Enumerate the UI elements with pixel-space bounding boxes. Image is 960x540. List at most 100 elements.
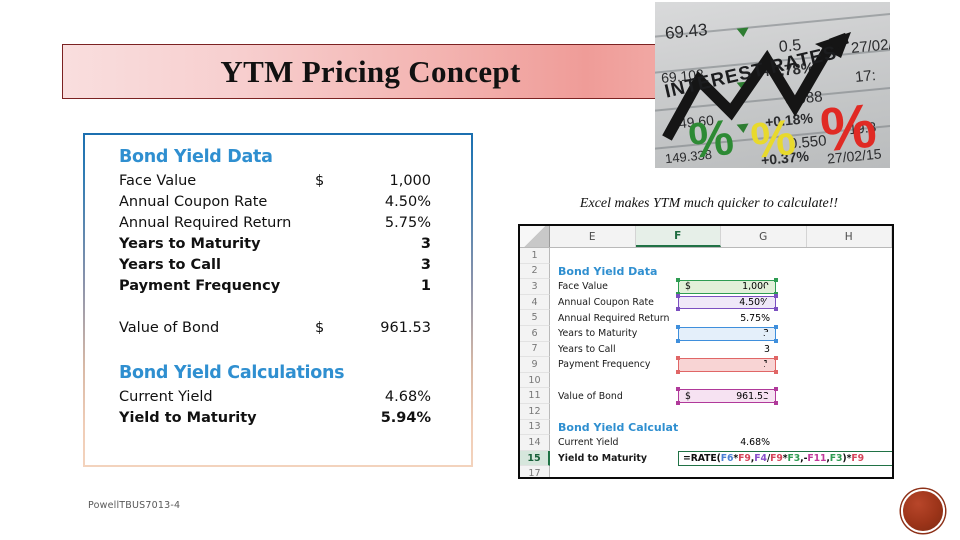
table-row: Annual Coupon Rate 4.50%	[119, 191, 431, 212]
excel-row-header-4[interactable]: 4	[520, 294, 550, 311]
formula-token: F9	[770, 453, 783, 465]
table-row: Annual Required Return 5.75%	[119, 212, 431, 233]
excel-row: 15 Yield to Maturity =RATE(F6 * F9, F4/F9 * F3,…	[520, 450, 892, 467]
excel-row: 12	[520, 403, 892, 420]
excel-row-header-6[interactable]: 6	[520, 325, 550, 342]
excel-cell-E3[interactable]: Face Value	[550, 281, 678, 292]
excel-column-headers: E F G H	[520, 226, 892, 248]
column-header-f[interactable]: F	[635, 226, 721, 247]
excel-cell-E2[interactable]: Bond Yield Data	[550, 265, 678, 278]
trace-handle	[774, 325, 778, 330]
excel-cell-F10[interactable]	[678, 373, 776, 389]
excel-row-header-1[interactable]: 1	[520, 248, 550, 264]
row-label: Years to Maturity	[119, 235, 261, 252]
excel-cell-E13[interactable]: Bond Yield Calculations	[550, 421, 678, 434]
column-header-e[interactable]: E	[550, 226, 636, 247]
excel-row-header-14[interactable]: 14	[520, 435, 550, 451]
cell-value-text: 3	[763, 328, 769, 340]
row-label: Value of Bond	[119, 319, 220, 336]
spacer-row	[119, 338, 431, 359]
row-value: 1	[420, 277, 431, 294]
bond-yield-calculations-table: Current Yield 4.68% Yield to Maturity 5.…	[119, 386, 431, 428]
excel-cell-F13[interactable]	[678, 420, 776, 436]
excel-cell-F14[interactable]: 4.68%	[678, 435, 776, 451]
excel-cell-value	[678, 374, 776, 388]
excel-row: 4 Annual Coupon Rate 4.50%	[520, 293, 892, 312]
table-row: Face Value $ 1,000	[119, 170, 431, 191]
trace-handle	[676, 356, 680, 361]
excel-cell-E6[interactable]: Years to Maturity	[550, 328, 678, 339]
formula-token: F6	[720, 453, 734, 465]
table-row: Years to Call 3	[119, 254, 431, 275]
excel-cell-F9[interactable]: 1	[676, 356, 778, 374]
excel-cell-E15[interactable]: Yield to Maturity	[550, 453, 678, 464]
excel-caption: Excel makes YTM much quicker to calculat…	[579, 196, 839, 211]
column-header-h[interactable]: H	[807, 226, 892, 247]
excel-row: 1	[520, 248, 892, 264]
excel-cell-F15[interactable]: =RATE(F6 * F9, F4/F9 * F3 ,- F11, F3)* F9	[678, 450, 892, 467]
bond-yield-data-heading: Bond Yield Data	[119, 147, 273, 167]
select-all-corner[interactable]	[520, 226, 550, 247]
trace-handle	[676, 278, 680, 283]
bond-yield-data-box: Bond Yield Data Face Value $ 1,000 Annua…	[83, 133, 473, 467]
formula-token: F9	[738, 453, 751, 465]
table-row: Yield to Maturity 5.94%	[119, 407, 431, 428]
excel-row: 14 Current Yield 4.68%	[520, 435, 892, 451]
excel-cell-value	[678, 421, 776, 435]
slide-footer: PowellTBUS7013-4	[88, 500, 181, 511]
excel-cell-E7[interactable]: Years to Call	[550, 344, 678, 355]
excel-row: 7 Years to Call 3	[520, 341, 892, 358]
excel-cell-F2[interactable]	[678, 264, 776, 280]
row-currency	[315, 254, 343, 275]
currency-symbol: $	[685, 281, 691, 293]
excel-row-header-7[interactable]: 7	[520, 341, 550, 358]
excel-row-header-12[interactable]: 12	[520, 403, 550, 420]
excel-screenshot: E F G H 1 2 Bond Yield Data 3 Face Value $1,0…	[518, 224, 894, 479]
excel-row-header-17[interactable]: 17	[520, 466, 550, 477]
column-header-g[interactable]: G	[721, 226, 807, 247]
row-currency: $	[315, 172, 325, 189]
excel-cell-F17[interactable]	[678, 466, 776, 477]
excel-row: 13Bond Yield Calculations	[520, 419, 892, 436]
trace-handle	[774, 278, 778, 283]
excel-row-header-11[interactable]: 11	[520, 388, 550, 404]
row-value: 5.94%	[380, 409, 431, 426]
formula-token: ,-	[800, 453, 808, 465]
excel-cell-F3[interactable]: $1,000	[676, 278, 778, 296]
excel-row-header-13[interactable]: 13	[520, 419, 550, 436]
excel-cell-F12[interactable]	[678, 404, 776, 420]
excel-row-header-15[interactable]: 15	[520, 450, 550, 467]
excel-row-header-2[interactable]: 2	[520, 263, 550, 280]
cell-value-text: 1,000	[742, 281, 769, 293]
excel-cell-F6[interactable]: 3	[676, 325, 778, 343]
excel-cell-E14[interactable]: Current Yield	[550, 437, 678, 448]
excel-cell-value: 4.50%	[676, 293, 778, 312]
formula-token: F9	[851, 453, 864, 465]
row-label: Annual Coupon Rate	[119, 193, 268, 210]
excel-cell-E4[interactable]: Annual Coupon Rate	[550, 297, 678, 308]
excel-cell-F7[interactable]: 3	[678, 342, 776, 358]
excel-cell-F11[interactable]: $961.53	[676, 387, 778, 405]
row-label: Annual Required Return	[119, 214, 292, 231]
excel-cell-value: $1,000	[676, 278, 778, 296]
excel-cell-E9[interactable]: Payment Frequency	[550, 359, 678, 370]
excel-cell-E5[interactable]: Annual Required Return	[550, 313, 678, 324]
excel-cell-F4[interactable]: 4.50%	[676, 293, 778, 312]
trace-handle	[774, 387, 778, 392]
excel-cell-E11[interactable]: Value of Bond	[550, 391, 678, 402]
row-label: Current Yield	[119, 388, 213, 405]
row-currency	[315, 275, 343, 296]
excel-cell-F5[interactable]: 5.75%	[678, 310, 776, 326]
excel-row-header-10[interactable]: 10	[520, 372, 550, 389]
formula-token: F3	[787, 453, 801, 465]
excel-cell-value	[678, 249, 776, 263]
excel-row-header-3[interactable]: 3	[520, 279, 550, 295]
excel-cell-value: 3	[676, 325, 778, 343]
excel-row-header-9[interactable]: 9	[520, 357, 550, 373]
organization-seal-logo	[901, 489, 945, 533]
excel-cell-F1[interactable]	[678, 248, 776, 264]
excel-formula-F15[interactable]: =RATE(F6 * F9, F4/F9 * F3 ,- F11, F3)* F9	[678, 450, 892, 467]
spacer-row	[119, 296, 431, 317]
excel-row: 10	[520, 372, 892, 389]
excel-row-header-5[interactable]: 5	[520, 310, 550, 326]
